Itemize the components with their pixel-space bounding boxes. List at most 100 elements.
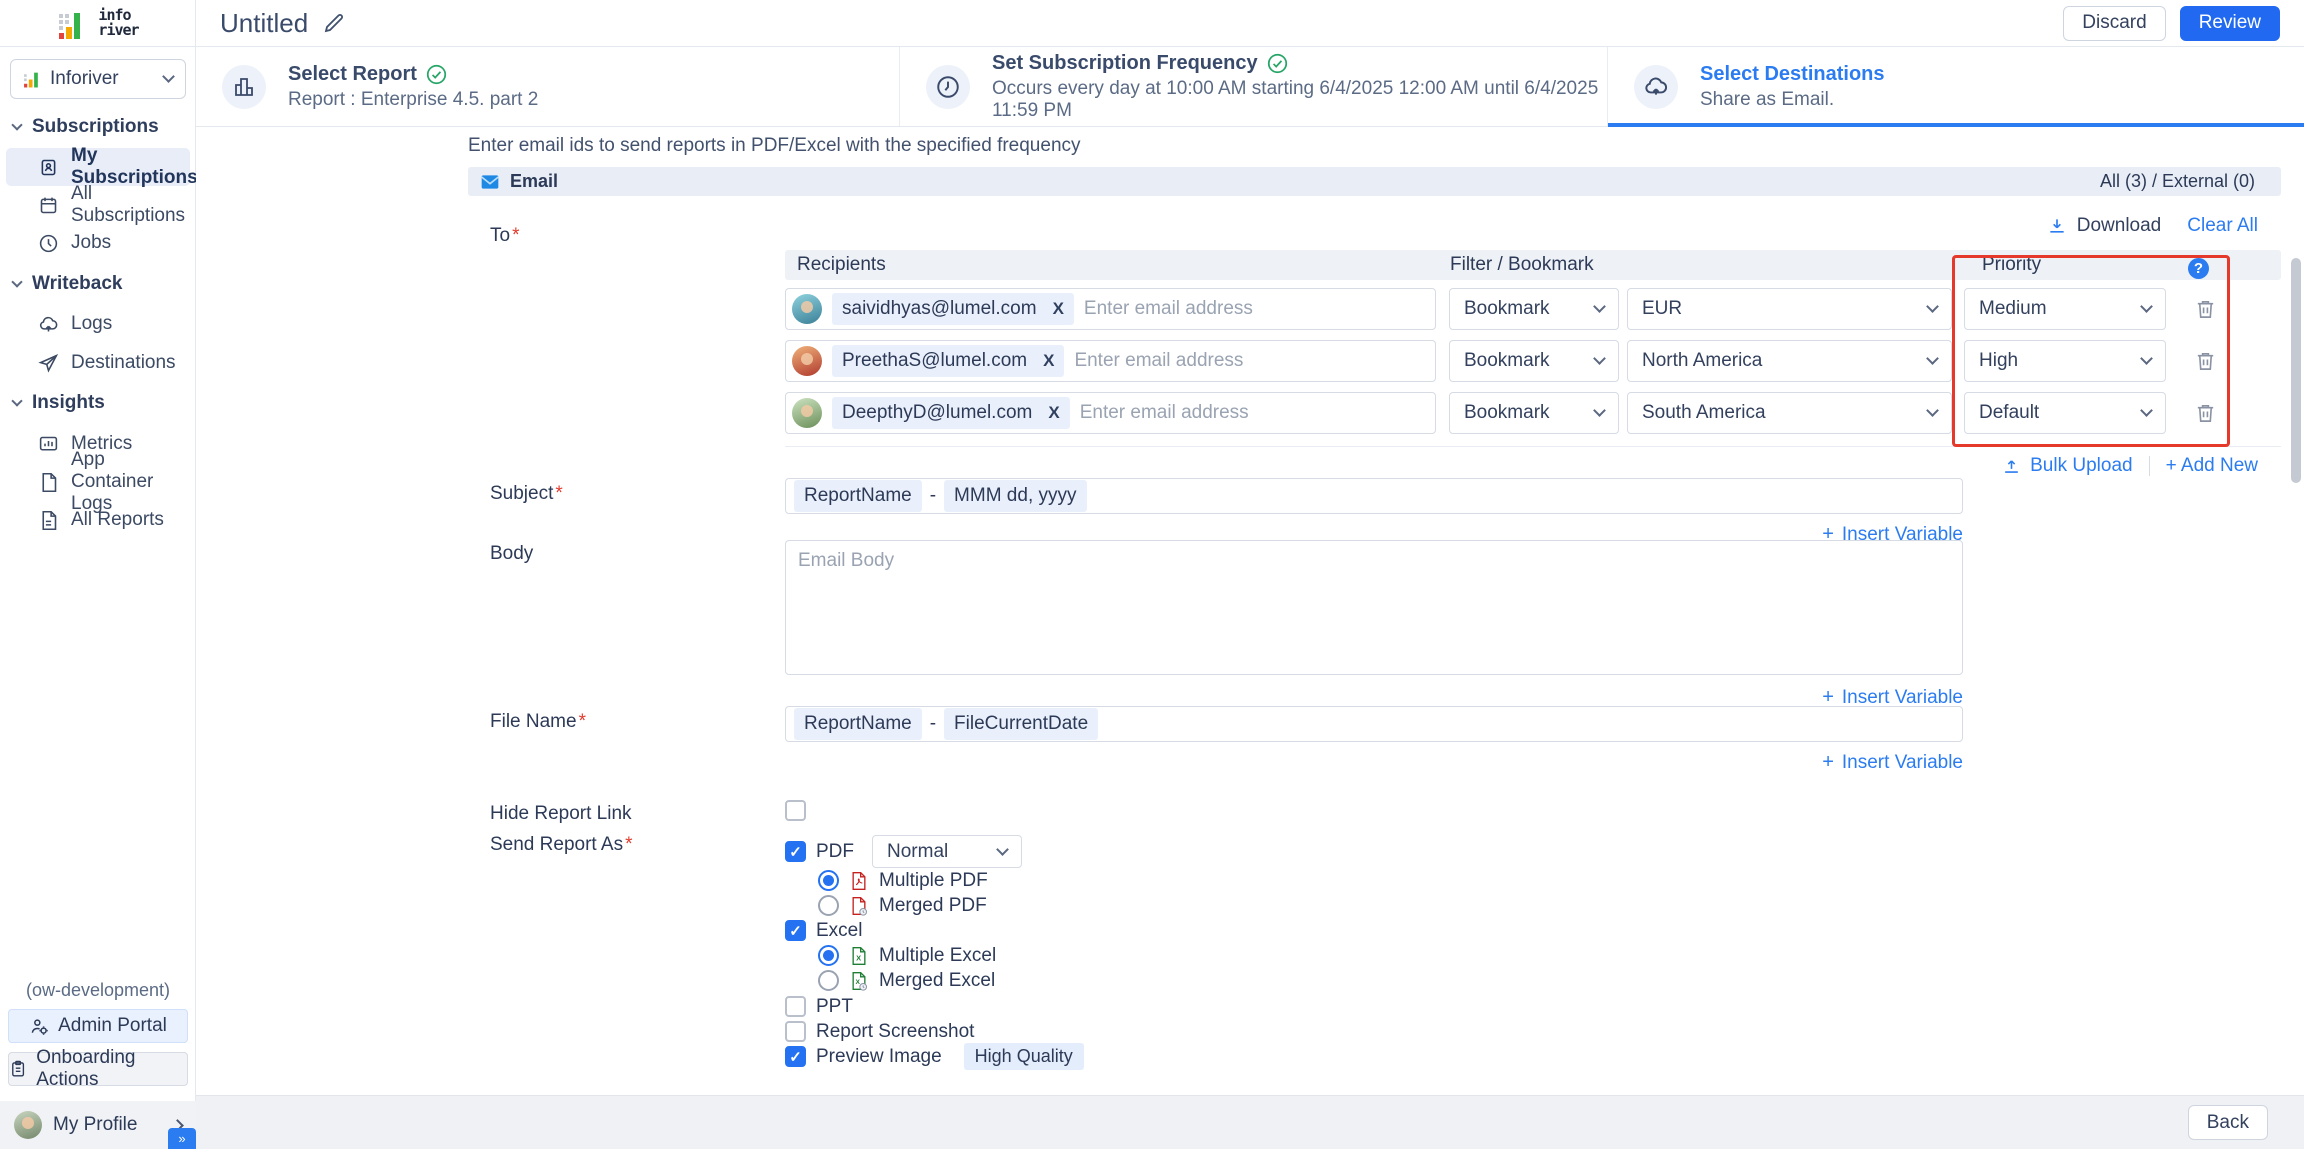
chevron-down-icon bbox=[11, 119, 22, 130]
delete-recipient-button[interactable] bbox=[2194, 401, 2217, 429]
edit-title-button[interactable] bbox=[322, 11, 346, 35]
step-select-destinations[interactable]: Select Destinations Share as Email. bbox=[1608, 47, 2304, 126]
recipient-avatar bbox=[792, 398, 822, 428]
step-title: Set Subscription Frequency bbox=[992, 52, 1258, 75]
cloud-upload-icon bbox=[38, 314, 59, 335]
check-circle-icon bbox=[1267, 53, 1288, 74]
merged-pdf-radio[interactable] bbox=[818, 895, 839, 916]
hide-report-link-checkbox[interactable] bbox=[785, 800, 806, 821]
pdf-checkbox[interactable] bbox=[785, 841, 806, 862]
svg-text:X: X bbox=[856, 978, 861, 985]
excel-label: Excel bbox=[816, 920, 862, 942]
variable-chip[interactable]: ReportName bbox=[794, 708, 922, 740]
recipient-input-row[interactable]: PreethaS@lumel.comX bbox=[785, 340, 1436, 382]
clipboard-icon bbox=[9, 1059, 27, 1079]
high-quality-badge[interactable]: High Quality bbox=[964, 1043, 1084, 1070]
subject-input[interactable]: ReportName - MMM dd, yyyy bbox=[785, 478, 1963, 514]
bookmark-select[interactable]: Bookmark bbox=[1449, 288, 1619, 330]
email-address-input[interactable] bbox=[1084, 298, 1425, 320]
paper-plane-icon bbox=[38, 353, 59, 374]
footer-bar: Back bbox=[196, 1095, 2304, 1149]
admin-portal-button[interactable]: Admin Portal bbox=[8, 1009, 188, 1043]
step-subtitle: Share as Email. bbox=[1700, 89, 1885, 111]
recipient-input-row[interactable]: DeepthyD@lumel.comX bbox=[785, 392, 1436, 434]
sidebar-item-logs[interactable]: Logs bbox=[6, 305, 190, 343]
review-button[interactable]: Review bbox=[2180, 6, 2280, 41]
priority-select[interactable]: Medium bbox=[1964, 288, 2166, 330]
priority-select[interactable]: Default bbox=[1964, 392, 2166, 434]
file-name-input[interactable]: ReportName - FileCurrentDate bbox=[785, 706, 1963, 742]
delete-recipient-button[interactable] bbox=[2194, 297, 2217, 325]
sidebar-item-destinations[interactable]: Destinations bbox=[6, 344, 190, 382]
download-icon[interactable] bbox=[2047, 216, 2067, 236]
excel-file-icon: X bbox=[849, 946, 869, 966]
sidebar-item-jobs[interactable]: Jobs bbox=[6, 224, 190, 262]
remove-recipient-icon[interactable]: X bbox=[1043, 351, 1054, 371]
bulk-upload-button[interactable]: Bulk Upload bbox=[2030, 455, 2132, 477]
variable-chip[interactable]: ReportName bbox=[794, 480, 922, 512]
ppt-label: PPT bbox=[816, 996, 853, 1018]
my-profile-row[interactable]: My Profile bbox=[0, 1101, 196, 1149]
multiple-pdf-radio[interactable] bbox=[818, 870, 839, 891]
upload-icon bbox=[2002, 457, 2021, 476]
discard-button[interactable]: Discard bbox=[2063, 6, 2165, 41]
remove-recipient-icon[interactable]: X bbox=[1053, 299, 1064, 319]
variable-chip[interactable]: FileCurrentDate bbox=[944, 708, 1098, 740]
email-address-input[interactable] bbox=[1074, 350, 1425, 372]
recipient-input-row[interactable]: saividhyas@lumel.comX bbox=[785, 288, 1436, 330]
download-button[interactable]: Download bbox=[2077, 215, 2162, 237]
recipient-avatar bbox=[792, 294, 822, 324]
sidebar-item-app-container-logs[interactable]: App Container Logs bbox=[6, 463, 190, 501]
step-title: Select Report bbox=[288, 63, 417, 86]
clock-icon bbox=[38, 233, 59, 254]
app-root: inforiver Inforiver Subscriptions My Sub… bbox=[0, 0, 2304, 1149]
priority-help-icon[interactable]: ? bbox=[2188, 258, 2209, 279]
workspace-selector[interactable]: Inforiver bbox=[10, 59, 186, 99]
bookmark-select[interactable]: Bookmark bbox=[1449, 392, 1619, 434]
recipient-email-chip: saividhyas@lumel.comX bbox=[832, 293, 1074, 325]
group-label: Writeback bbox=[32, 273, 122, 295]
onboarding-actions-label: Onboarding Actions bbox=[36, 1047, 187, 1091]
top-bar: Untitled Discard Review bbox=[196, 0, 2304, 47]
recipient-email-chip: PreethaS@lumel.comX bbox=[832, 345, 1064, 377]
bookmark-select[interactable]: Bookmark bbox=[1449, 340, 1619, 382]
filter-select[interactable]: EUR bbox=[1627, 288, 1952, 330]
onboarding-actions-button[interactable]: Onboarding Actions bbox=[8, 1052, 188, 1086]
file-icon bbox=[38, 472, 59, 493]
variable-chip[interactable]: MMM dd, yyyy bbox=[944, 480, 1086, 512]
filter-select[interactable]: South America bbox=[1627, 392, 1952, 434]
sidebar-item-all-subscriptions[interactable]: All Subscriptions bbox=[6, 186, 190, 224]
excel-checkbox[interactable] bbox=[785, 920, 806, 941]
delete-recipient-button[interactable] bbox=[2194, 349, 2217, 377]
chevron-down-icon bbox=[162, 70, 175, 83]
priority-select[interactable]: High bbox=[1964, 340, 2166, 382]
add-new-button[interactable]: + Add New bbox=[2166, 455, 2258, 477]
item-label: Destinations bbox=[71, 352, 176, 374]
sidebar-collapse-button[interactable]: » bbox=[168, 1128, 196, 1149]
email-icon bbox=[480, 172, 500, 192]
pdf-mode-select[interactable]: Normal bbox=[872, 835, 1022, 868]
report-screenshot-checkbox[interactable] bbox=[785, 1021, 806, 1042]
step-set-subscription-frequency[interactable]: Set Subscription Frequency Occurs every … bbox=[900, 47, 1608, 126]
remove-recipient-icon[interactable]: X bbox=[1048, 403, 1059, 423]
insert-variable-file-name[interactable]: Insert Variable bbox=[1822, 751, 1963, 774]
preview-image-checkbox[interactable] bbox=[785, 1046, 806, 1067]
merged-excel-radio[interactable] bbox=[818, 970, 839, 991]
email-body-textarea[interactable] bbox=[785, 540, 1963, 675]
hide-report-link-label: Hide Report Link bbox=[490, 803, 632, 825]
sidebar-group-subscriptions[interactable]: Subscriptions bbox=[0, 112, 196, 142]
chevron-down-icon bbox=[2140, 352, 2153, 365]
clear-all-button[interactable]: Clear All bbox=[2187, 215, 2258, 237]
vertical-scrollbar-thumb[interactable] bbox=[2291, 258, 2301, 483]
sidebar-group-writeback[interactable]: Writeback bbox=[0, 269, 196, 299]
filter-select[interactable]: North America bbox=[1627, 340, 1952, 382]
email-destination-form: Enter email ids to send reports in PDF/E… bbox=[196, 127, 2304, 1095]
sidebar-item-my-subscriptions[interactable]: My Subscriptions bbox=[6, 148, 190, 186]
email-address-input[interactable] bbox=[1080, 402, 1425, 424]
step-select-report[interactable]: Select Report Report : Enterprise 4.5. p… bbox=[196, 47, 900, 126]
ppt-checkbox[interactable] bbox=[785, 996, 806, 1017]
sidebar-item-all-reports[interactable]: All Reports bbox=[6, 501, 190, 539]
sidebar-group-insights[interactable]: Insights bbox=[0, 388, 196, 418]
multiple-excel-radio[interactable] bbox=[818, 945, 839, 966]
back-button[interactable]: Back bbox=[2188, 1105, 2268, 1140]
